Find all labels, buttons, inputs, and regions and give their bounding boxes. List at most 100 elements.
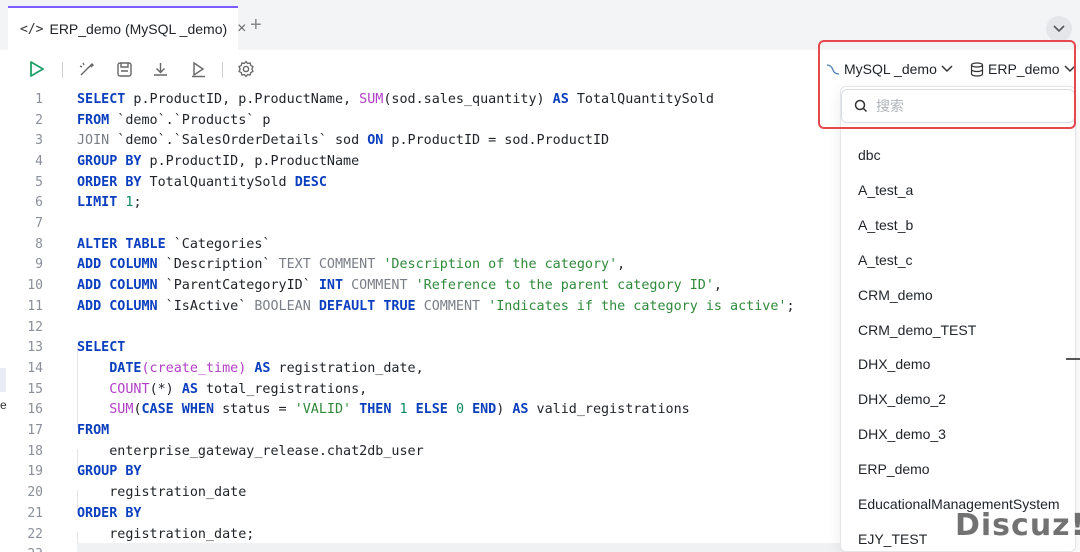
- line-number: 6: [35, 195, 43, 211]
- tab-list-button[interactable]: [1046, 16, 1072, 42]
- code-line[interactable]: 2 FROM `demo`.`Products` p: [0, 110, 840, 131]
- run-button[interactable]: [26, 58, 48, 80]
- code-line[interactable]: 14 DATE(create_time) AS registration_dat…: [0, 358, 840, 379]
- line-number: 11: [27, 298, 43, 314]
- settings-button[interactable]: [235, 58, 257, 80]
- code-token: total_registrations,: [197, 381, 368, 397]
- resize-handle[interactable]: [1066, 358, 1080, 360]
- code-line[interactable]: 21 ORDER BY: [0, 503, 840, 524]
- code-line[interactable]: 11 ADD COLUMN `IsActive` BOOLEAN DEFAULT …: [0, 296, 840, 317]
- database-option[interactable]: A_test_b: [858, 217, 913, 233]
- code-token: FROM: [77, 112, 110, 128]
- database-option[interactable]: CRM_demo_TEST: [858, 322, 976, 338]
- database-option[interactable]: DHX_demo_3: [858, 426, 946, 442]
- code-line[interactable]: 15 COUNT(*) AS total_registrations,: [0, 379, 840, 400]
- code-text: SELECT: [77, 340, 125, 355]
- sql-editor[interactable]: 1 SELECT p.ProductID, p.ProductName, SUM(…: [0, 88, 840, 552]
- code-token: 'Description of the category': [383, 257, 618, 273]
- code-line[interactable]: 20 registration_date: [0, 482, 840, 503]
- code-token: ON: [367, 133, 384, 149]
- save-icon: [116, 61, 132, 77]
- code-line[interactable]: 12: [0, 317, 840, 338]
- code-line[interactable]: 1 SELECT p.ProductID, p.ProductName, SUM(…: [0, 89, 840, 110]
- code-token: ORDER BY: [77, 174, 142, 190]
- watermark: Discuz!: [955, 508, 1080, 543]
- code-token: JOIN: [77, 133, 110, 149]
- search-box[interactable]: [841, 89, 1075, 123]
- line-number: 4: [35, 153, 43, 169]
- database-option[interactable]: DHX_demo: [858, 356, 930, 372]
- code-token: AS: [552, 91, 569, 107]
- code-line[interactable]: 5 ORDER BY TotalQuantitySold DESC: [0, 172, 840, 193]
- code-line[interactable]: 8 ALTER TABLE `Categories`: [0, 234, 840, 255]
- add-tab-button[interactable]: +: [250, 14, 262, 37]
- code-token: TotalQuantitySold: [141, 174, 295, 190]
- database-option[interactable]: ERP_demo: [858, 461, 930, 477]
- code-token: TotalQuantitySold: [568, 91, 714, 107]
- code-text: ORDER BY: [77, 506, 142, 521]
- line-number: 3: [35, 133, 43, 149]
- code-line[interactable]: 4 GROUP BY p.ProductID, p.ProductName: [0, 151, 840, 172]
- code-line[interactable]: 17 FROM: [0, 420, 840, 441]
- code-text: COUNT(*) AS total_registrations,: [77, 382, 367, 397]
- code-token: ;: [133, 195, 142, 211]
- database-option[interactable]: CRM_demo: [858, 287, 933, 303]
- code-token: ELSE: [415, 402, 448, 418]
- code-token: p.ProductID, p.ProductName: [141, 153, 360, 169]
- line-number: 15: [27, 381, 43, 397]
- code-line[interactable]: 7: [0, 213, 840, 234]
- download-button[interactable]: [149, 58, 171, 80]
- database-option[interactable]: dbc: [858, 147, 881, 163]
- code-token: ): [496, 402, 513, 418]
- code-line[interactable]: 16 SUM(CASE WHEN status = 'VALID' THEN 1…: [0, 400, 840, 421]
- line-number: 21: [27, 505, 43, 521]
- sidebar-edge: [0, 368, 6, 392]
- code-line[interactable]: 6 LIMIT 1;: [0, 193, 840, 214]
- current-line-highlight: [77, 543, 857, 552]
- code-line[interactable]: 13 SELECT: [0, 337, 840, 358]
- code-token: COUNT: [109, 381, 150, 397]
- code-token: SELECT: [77, 340, 126, 356]
- code-token: `demo`.`Products` p: [109, 112, 271, 128]
- code-token: DEFAULT TRUE: [318, 298, 416, 314]
- code-icon: </>: [20, 21, 44, 37]
- code-line[interactable]: 22 registration_date;: [0, 524, 840, 545]
- code-token: AS: [181, 381, 198, 397]
- database-option[interactable]: DHX_demo_2: [858, 391, 946, 407]
- code-line[interactable]: 9 ADD COLUMN `Description` TEXT COMMENT '…: [0, 255, 840, 276]
- code-token: registration_date;: [77, 526, 255, 542]
- database-option[interactable]: EJY_TEST: [858, 531, 927, 547]
- format-button[interactable]: [76, 58, 98, 80]
- line-number: 7: [35, 216, 43, 232]
- datasource-select[interactable]: MySQL _demo: [826, 58, 953, 80]
- line-number: 12: [27, 319, 43, 335]
- code-token: (*): [149, 381, 182, 397]
- line-number: 10: [27, 278, 43, 294]
- tab-erp-demo[interactable]: </> ERP_demo (MySQL _demo) ×: [8, 6, 247, 50]
- code-text: SUM(CASE WHEN status = 'VALID' THEN 1 EL…: [77, 402, 690, 417]
- line-number: 9: [35, 257, 43, 273]
- code-token: BOOLEAN: [254, 298, 311, 314]
- database-option[interactable]: A_test_c: [858, 252, 912, 268]
- code-line[interactable]: 18 enterprise_gateway_release.chat2db_us…: [0, 441, 840, 462]
- code-token: ,: [713, 278, 722, 294]
- code-token: status =: [214, 402, 295, 418]
- line-number: 23: [0, 547, 43, 552]
- code-line[interactable]: 19 GROUP BY: [0, 462, 840, 483]
- database-select[interactable]: ERP_demo: [970, 58, 1076, 80]
- line-number: 20: [27, 485, 43, 501]
- explain-button[interactable]: [187, 58, 209, 80]
- line-number: 14: [27, 360, 43, 376]
- code-token: COMMENT: [423, 298, 481, 314]
- save-button[interactable]: [113, 58, 135, 80]
- code-line[interactable]: 3 JOIN `demo`.`SalesOrderDetails` sod ON …: [0, 130, 840, 151]
- close-icon[interactable]: ×: [237, 20, 246, 38]
- code-line[interactable]: 10 ADD COLUMN `ParentCategoryID` INT COMM…: [0, 275, 840, 296]
- database-option[interactable]: A_test_a: [858, 182, 913, 198]
- code-token: DATE: [109, 360, 142, 376]
- search-input[interactable]: [874, 97, 1068, 115]
- code-token: SUM: [109, 402, 134, 418]
